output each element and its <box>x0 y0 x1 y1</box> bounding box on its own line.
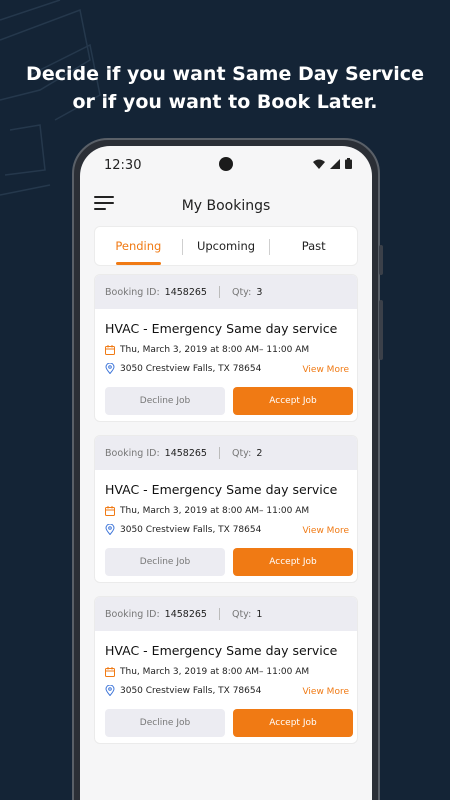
front-camera <box>219 157 233 171</box>
booking-address: 3050 Crestview Falls, TX 78654 <box>120 524 262 535</box>
tab-past[interactable]: Past <box>270 227 357 265</box>
battery-icon <box>345 158 352 169</box>
location-pin-icon <box>105 363 115 374</box>
calendar-icon <box>105 506 115 516</box>
service-title: HVAC - Emergency Same day service <box>105 321 338 336</box>
decline-job-button[interactable]: Decline Job <box>105 709 225 737</box>
booking-tabs: Pending Upcoming Past <box>94 226 358 266</box>
booking-id-label: Booking ID: <box>105 447 160 459</box>
qty-value: 1 <box>256 608 263 620</box>
phone-side-button <box>379 245 383 275</box>
booking-id: 1458265 <box>164 608 207 620</box>
booking-card: Booking ID: 1458265 Qty: 2 HVAC - Emerge… <box>94 435 358 583</box>
phone-screen: 12:30 My Bookings Pending Upcoming Past <box>80 146 372 800</box>
tab-pending[interactable]: Pending <box>95 227 182 265</box>
qty-value: 3 <box>256 286 263 298</box>
wifi-icon <box>313 159 325 169</box>
booking-id: 1458265 <box>164 447 207 459</box>
qty-label: Qty: <box>231 447 252 459</box>
booking-datetime-row: Thu, March 3, 2019 at 8:00 AM– 11:00 AM <box>105 506 309 516</box>
booking-address-row: 3050 Crestview Falls, TX 78654 <box>105 685 261 696</box>
tab-upcoming[interactable]: Upcoming <box>183 227 270 265</box>
booking-id-label: Booking ID: <box>105 608 160 620</box>
status-time: 12:30 <box>104 158 142 173</box>
booking-datetime-row: Thu, March 3, 2019 at 8:00 AM– 11:00 AM <box>105 667 309 677</box>
accept-job-button[interactable]: Accept Job <box>233 387 353 415</box>
booking-datetime: Thu, March 3, 2019 at 8:00 AM– 11:00 AM <box>120 506 310 516</box>
qty-value: 2 <box>256 447 263 459</box>
location-pin-icon <box>105 524 115 535</box>
qty-label: Qty: <box>231 286 252 298</box>
accept-job-button[interactable]: Accept Job <box>233 548 353 576</box>
booking-card-header: Booking ID: 1458265 Qty: 1 <box>95 597 357 631</box>
headline: Decide if you want Same Day Service or i… <box>0 60 450 116</box>
qty-label: Qty: <box>231 608 252 620</box>
location-pin-icon <box>105 685 115 696</box>
booking-address: 3050 Crestview Falls, TX 78654 <box>120 363 262 374</box>
headline-line-1: Decide if you want Same Day Service <box>26 63 424 85</box>
service-title: HVAC - Emergency Same day service <box>105 643 338 658</box>
booking-card: Booking ID: 1458265 Qty: 1 HVAC - Emerge… <box>94 596 358 744</box>
booking-id: 1458265 <box>164 286 207 298</box>
booking-address-row: 3050 Crestview Falls, TX 78654 <box>105 363 261 374</box>
app-bar: My Bookings <box>80 186 372 226</box>
view-more-link[interactable]: View More <box>302 687 349 697</box>
booking-card-header: Booking ID: 1458265 Qty: 3 <box>95 275 357 309</box>
booking-card: Booking ID: 1458265 Qty: 3 HVAC - Emerge… <box>94 274 358 422</box>
phone-volume-button <box>379 300 383 360</box>
booking-datetime-row: Thu, March 3, 2019 at 8:00 AM– 11:00 AM <box>105 345 309 355</box>
decline-job-button[interactable]: Decline Job <box>105 548 225 576</box>
service-title: HVAC - Emergency Same day service <box>105 482 338 497</box>
headline-line-2: or if you want to Book Later. <box>72 91 378 113</box>
view-more-link[interactable]: View More <box>302 526 349 536</box>
view-more-link[interactable]: View More <box>302 365 349 375</box>
booking-address-row: 3050 Crestview Falls, TX 78654 <box>105 524 261 535</box>
calendar-icon <box>105 667 115 677</box>
accept-job-button[interactable]: Accept Job <box>233 709 353 737</box>
booking-id-label: Booking ID: <box>105 286 160 298</box>
calendar-icon <box>105 345 115 355</box>
booking-address: 3050 Crestview Falls, TX 78654 <box>120 685 262 696</box>
status-bar: 12:30 <box>80 156 372 178</box>
page-title: My Bookings <box>181 198 271 214</box>
booking-card-header: Booking ID: 1458265 Qty: 2 <box>95 436 357 470</box>
booking-datetime: Thu, March 3, 2019 at 8:00 AM– 11:00 AM <box>120 345 310 355</box>
decline-job-button[interactable]: Decline Job <box>105 387 225 415</box>
phone-frame: 12:30 My Bookings Pending Upcoming Past <box>72 138 383 800</box>
signal-icon <box>330 158 340 169</box>
booking-datetime: Thu, March 3, 2019 at 8:00 AM– 11:00 AM <box>120 667 310 677</box>
